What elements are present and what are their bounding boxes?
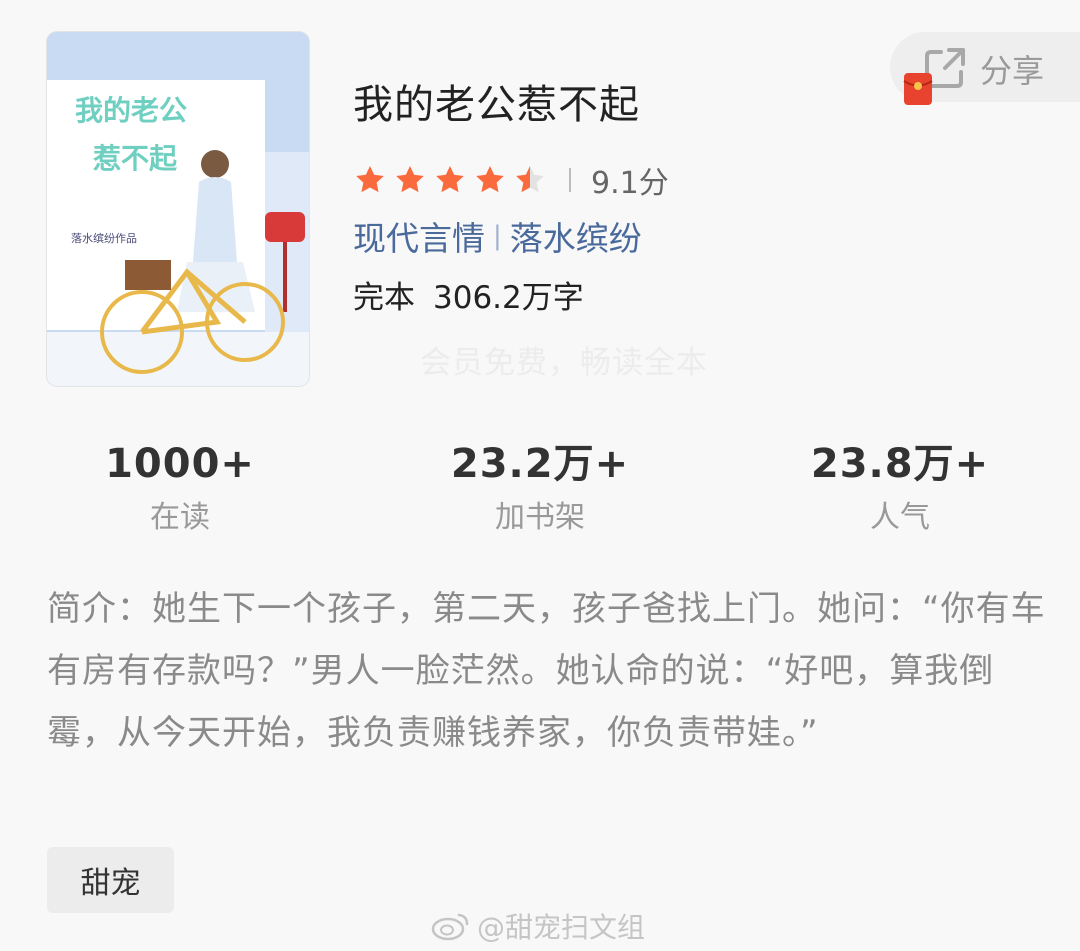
- book-meta: 现代言情 | 落水缤纷: [353, 212, 642, 260]
- completion-status: 完本: [353, 280, 415, 316]
- stat-label: 加书架: [495, 500, 585, 535]
- stat-value: 1000+: [105, 441, 255, 487]
- watermark: @甜宠扫文组: [431, 906, 645, 946]
- stat-bookshelf: 23.2万+ 加书架: [410, 438, 670, 538]
- share-label: 分享: [980, 52, 1045, 90]
- stat-popularity: 23.8万+ 人气: [770, 438, 1030, 538]
- red-packet-icon[interactable]: [903, 72, 933, 110]
- cover-author-line: 落水缤纷作品: [71, 231, 137, 245]
- stat-reading: 1000+ 在读: [50, 438, 310, 538]
- cover-title-line1: 我的老公: [75, 94, 187, 127]
- stat-label: 在读: [150, 500, 210, 535]
- book-status: 完本 306.2万字: [353, 272, 584, 317]
- star-icon: [436, 166, 464, 193]
- book-cover[interactable]: 我的老公 惹不起 落水缤纷作品: [47, 32, 309, 386]
- book-intro[interactable]: 简介：她生下一个孩子，第二天，孩子爸找上门。她问：“你有车有房有存款吗？”男人一…: [47, 578, 1047, 764]
- star-icon: [396, 166, 424, 193]
- half-star-icon: [516, 166, 544, 193]
- promo-text: 会员免费，畅读全本: [420, 345, 708, 381]
- word-count: 306.2万字: [433, 280, 584, 316]
- intro-text: 她生下一个孩子，第二天，孩子爸找上门。她问：“你有车有房有存款吗？”男人一脸茫然…: [47, 589, 1046, 753]
- stat-value: 23.8万+: [810, 441, 990, 487]
- category-link[interactable]: 现代言情: [353, 212, 485, 260]
- cover-title-line2: 惹不起: [93, 142, 178, 175]
- rating-divider: [569, 168, 571, 192]
- watermark-text: @甜宠扫文组: [477, 911, 646, 944]
- star-icon: [476, 166, 504, 193]
- stat-value: 23.2万+: [450, 441, 630, 487]
- intro-label: 简介：: [47, 589, 152, 629]
- rating-row: 9.1分: [353, 158, 669, 202]
- rating-score: 9.1分: [591, 166, 669, 201]
- star-icon: [356, 166, 384, 193]
- weibo-icon: [431, 913, 469, 941]
- rating-stars: [353, 164, 547, 196]
- stat-label: 人气: [870, 500, 930, 535]
- author-link[interactable]: 落水缤纷: [510, 212, 642, 260]
- meta-divider: |: [493, 221, 502, 251]
- book-title: 我的老公惹不起: [353, 82, 640, 128]
- tag-chip[interactable]: 甜宠: [47, 847, 174, 913]
